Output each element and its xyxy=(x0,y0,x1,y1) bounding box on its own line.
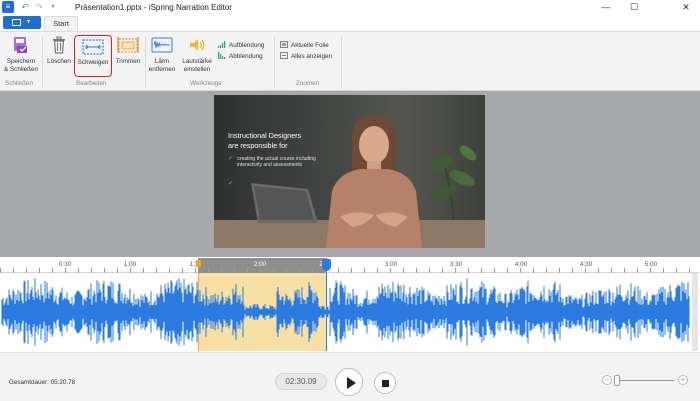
file-icon xyxy=(12,19,21,26)
group-separator xyxy=(42,36,43,88)
noise-removal-button[interactable]: Lärm entfernen xyxy=(147,36,177,78)
minimize-icon[interactable]: — xyxy=(594,0,618,14)
group-label-tools: Werkzeuge xyxy=(190,80,222,87)
trim-button[interactable]: Trimmen xyxy=(113,36,143,78)
volume-label-2: einstellen xyxy=(183,66,211,73)
video-preview[interactable]: Instructional Designers are responsible … xyxy=(214,95,485,248)
slide-title-line-1: Instructional Designers xyxy=(228,131,302,140)
show-all-button[interactable]: Alles anzeigen xyxy=(280,52,332,62)
playback-bar: Gesamtdauer: 05:20.78 02:30.09 − + xyxy=(0,352,700,401)
tick-label: 4:30 xyxy=(579,261,593,268)
ribbon: Speichern & Schließen Schließen Löschen xyxy=(0,31,700,91)
playhead-handle[interactable] xyxy=(322,259,331,271)
vertical-scrollbar[interactable] xyxy=(692,273,698,351)
trim-icon xyxy=(113,36,143,57)
silence-label: Schweigen xyxy=(77,59,109,66)
title-bar: ≡ ↶ ↷ ▾ Präsentation1.pptx - iSpring Nar… xyxy=(0,0,700,16)
quick-access-menu-icon[interactable]: ▾ xyxy=(48,2,58,12)
noise-label-1: Lärm xyxy=(154,58,170,65)
slide-item-line-2: interactivity and assessments xyxy=(237,162,303,168)
slide-list-item: ✔ xyxy=(228,181,340,187)
fade-in-button[interactable]: Aufblendung xyxy=(218,41,264,51)
save-close-button[interactable]: Speichern & Schließen xyxy=(3,36,39,78)
stop-icon xyxy=(382,380,389,387)
current-slide-icon xyxy=(280,41,288,48)
tick-label: 0:30 xyxy=(58,261,72,268)
trim-label: Trimmen xyxy=(115,58,141,65)
group-separator xyxy=(341,36,342,88)
fade-out-label: Abblendung xyxy=(229,53,263,60)
app-logo-icon: ≡ xyxy=(2,1,14,13)
current-slide-label: Aktuelle Folie xyxy=(291,42,329,49)
group-separator xyxy=(274,36,275,88)
volume-button[interactable]: Lautstärke einstellen xyxy=(180,36,214,78)
chevron-down-icon: ▾ xyxy=(27,19,31,25)
tick-label: 4:00 xyxy=(514,261,528,268)
fade-in-icon xyxy=(218,41,226,48)
close-icon[interactable]: ✕ xyxy=(674,0,698,14)
show-all-icon xyxy=(280,52,288,59)
check-icon: ✔ xyxy=(228,181,234,187)
group-label-edit: Bearbeiten xyxy=(76,80,107,87)
delete-button[interactable]: Löschen xyxy=(45,36,73,78)
current-time: 02:30.09 xyxy=(275,373,327,390)
stop-button[interactable] xyxy=(374,372,396,394)
group-separator xyxy=(145,36,146,88)
playhead-line xyxy=(326,273,327,351)
tick-label: 1:00 xyxy=(123,261,137,268)
group-label-close: Schließen xyxy=(5,80,34,87)
fade-in-label: Aufblendung xyxy=(229,42,265,49)
silence-button[interactable]: Schweigen xyxy=(74,35,112,77)
noise-label-2: entfernen xyxy=(148,66,176,73)
show-all-label: Alles anzeigen xyxy=(291,53,332,60)
file-menu-button[interactable]: ▾ xyxy=(3,16,41,29)
slide-title-line-2: are responsible for xyxy=(228,141,288,150)
zoom-slider-thumb[interactable] xyxy=(614,375,620,386)
current-slide-button[interactable]: Aktuelle Folie xyxy=(280,41,329,51)
save-close-label-2: & Schließen xyxy=(4,66,38,73)
speaker-icon xyxy=(180,36,214,57)
delete-label: Löschen xyxy=(47,58,71,65)
preview-area: Instructional Designers are responsible … xyxy=(0,91,700,257)
tick-label: 5:00 xyxy=(644,261,658,268)
silence-icon xyxy=(75,39,111,58)
noise-removal-icon xyxy=(147,36,177,57)
play-icon xyxy=(347,377,356,389)
group-label-zoom: Zoomen xyxy=(296,80,320,87)
total-duration: Gesamtdauer: 05:20.78 xyxy=(9,379,76,386)
tick-label: 3:30 xyxy=(449,261,463,268)
waveform xyxy=(1,278,690,346)
fade-out-icon xyxy=(218,52,226,59)
zoom-out-button[interactable]: − xyxy=(602,375,612,385)
maximize-icon[interactable]: ☐ xyxy=(622,0,646,14)
play-button[interactable] xyxy=(335,368,363,396)
zoom-in-button[interactable]: + xyxy=(678,375,688,385)
tab-row: ▾ Start xyxy=(0,16,700,31)
zoom-slider-track[interactable] xyxy=(616,380,674,381)
save-close-icon xyxy=(3,36,39,57)
redo-icon[interactable]: ↷ xyxy=(34,2,44,12)
trash-icon xyxy=(45,36,73,57)
waveform-area[interactable] xyxy=(0,273,700,351)
timeline-ruler[interactable]: 0:30 1:00 1:3 2:00 2: 3:00 3:30 4:00 4:3… xyxy=(0,258,700,273)
tab-start[interactable]: Start xyxy=(44,16,78,31)
selection-start-handle[interactable] xyxy=(196,260,201,267)
fade-out-button[interactable]: Abblendung xyxy=(218,52,263,62)
save-close-label-1: Speichern xyxy=(6,58,36,65)
volume-label-1: Lautstärke xyxy=(182,58,212,65)
tick-label: 2:00 xyxy=(253,261,267,268)
undo-icon[interactable]: ↶ xyxy=(20,2,30,12)
slide-title: Instructional Designers are responsible … xyxy=(228,131,358,151)
check-icon: ✔ xyxy=(228,156,234,162)
slide-list-item: ✔ creating the actual course including i… xyxy=(228,156,340,168)
window-title: Präsentation1.pptx - iSpring Narration E… xyxy=(75,3,232,12)
tick-label: 3:00 xyxy=(384,261,398,268)
